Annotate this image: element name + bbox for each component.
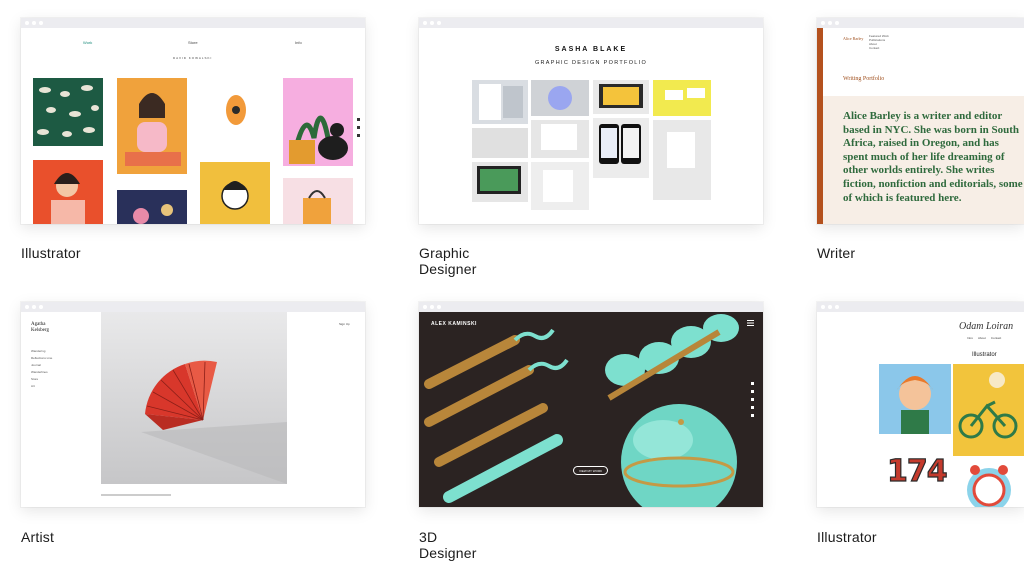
nav-contact[interactable]: Contact: [991, 336, 1001, 340]
artist-name: Agatha Kelsberg: [31, 322, 49, 333]
author-name: Alice Barley: [843, 36, 864, 41]
menu-item[interactable]: Store: [31, 376, 52, 383]
site-title: Odam Loiran: [959, 321, 1014, 332]
preview-screen: Agatha Kelsberg Wandering Reflections Li…: [21, 312, 365, 507]
template-preview[interactable]: Work Store Info DAVID KOWALSKI: [21, 18, 365, 224]
browser-bar: [817, 302, 1024, 312]
artwork-photo: [101, 312, 287, 484]
footer-text: [101, 494, 171, 496]
3d-render: [419, 312, 763, 507]
menu-item[interactable]: Reflections Line: [31, 355, 52, 362]
template-preview[interactable]: Odam Loiran Intro About Contact Illustra…: [817, 302, 1024, 507]
site-nav: Intro About Contact: [967, 336, 1001, 340]
template-preview[interactable]: Agatha Kelsberg Wandering Reflections Li…: [21, 302, 365, 507]
browser-bar: [21, 18, 365, 28]
section-heading: Writing Portfolio: [843, 76, 885, 82]
template-label[interactable]: Writer: [817, 245, 855, 261]
browser-bar: [817, 18, 1024, 28]
preview-screen: SASHA BLAKE GRAPHIC DESIGN PORTFOLIO: [419, 28, 763, 224]
menu-icon[interactable]: [747, 320, 754, 326]
nav-intro[interactable]: Intro: [967, 336, 973, 340]
browser-bar: [21, 302, 365, 312]
artist-menu: Wandering Reflections Line Journal Wande…: [31, 348, 52, 390]
menu-item[interactable]: Wanderlines: [31, 369, 52, 376]
template-preview[interactable]: SASHA BLAKE GRAPHIC DESIGN PORTFOLIO: [419, 18, 763, 224]
writer-menu: Featured Work Publications About Contact: [869, 34, 889, 50]
menu-item[interactable]: Contact: [869, 46, 889, 50]
template-label[interactable]: Illustrator: [817, 529, 877, 545]
browser-bar: [419, 302, 763, 312]
view-work-button[interactable]: VIEW MY WORK: [573, 466, 609, 475]
menu-item[interactable]: Art: [31, 383, 52, 390]
preview-screen: Alice Barley Featured Work Publications …: [817, 28, 1024, 224]
illustration-grid: [33, 78, 353, 224]
template-preview[interactable]: ALEX KAMINSKI VIEW MY WORK: [419, 302, 763, 507]
template-label[interactable]: Artist: [21, 529, 54, 545]
menu-item[interactable]: Wandering: [31, 348, 52, 355]
preview-screen: ALEX KAMINSKI VIEW MY WORK: [419, 312, 763, 507]
template-preview[interactable]: Alice Barley Featured Work Publications …: [817, 18, 1024, 224]
section-heading: Illustrator: [972, 352, 997, 358]
top-link[interactable]: Sign Up: [339, 322, 350, 326]
browser-bar: [419, 18, 763, 28]
writer-bio: Alice Barley is a writer and editor base…: [843, 110, 1023, 204]
menu-item[interactable]: Journal: [31, 362, 52, 369]
template-label[interactable]: Illustrator: [21, 245, 81, 261]
preview-screen: Odam Loiran Intro About Contact Illustra…: [817, 312, 1024, 507]
template-label[interactable]: 3D Designer: [419, 529, 477, 561]
template-label[interactable]: Graphic Designer: [419, 245, 477, 277]
designer-name: ALEX KAMINSKI: [431, 321, 477, 327]
number-illustration: 174: [886, 453, 948, 489]
nav-about[interactable]: About: [978, 336, 986, 340]
portfolio-grid: [472, 80, 711, 210]
preview-screen: Work Store Info DAVID KOWALSKI: [21, 28, 365, 224]
side-dots: [751, 382, 754, 418]
